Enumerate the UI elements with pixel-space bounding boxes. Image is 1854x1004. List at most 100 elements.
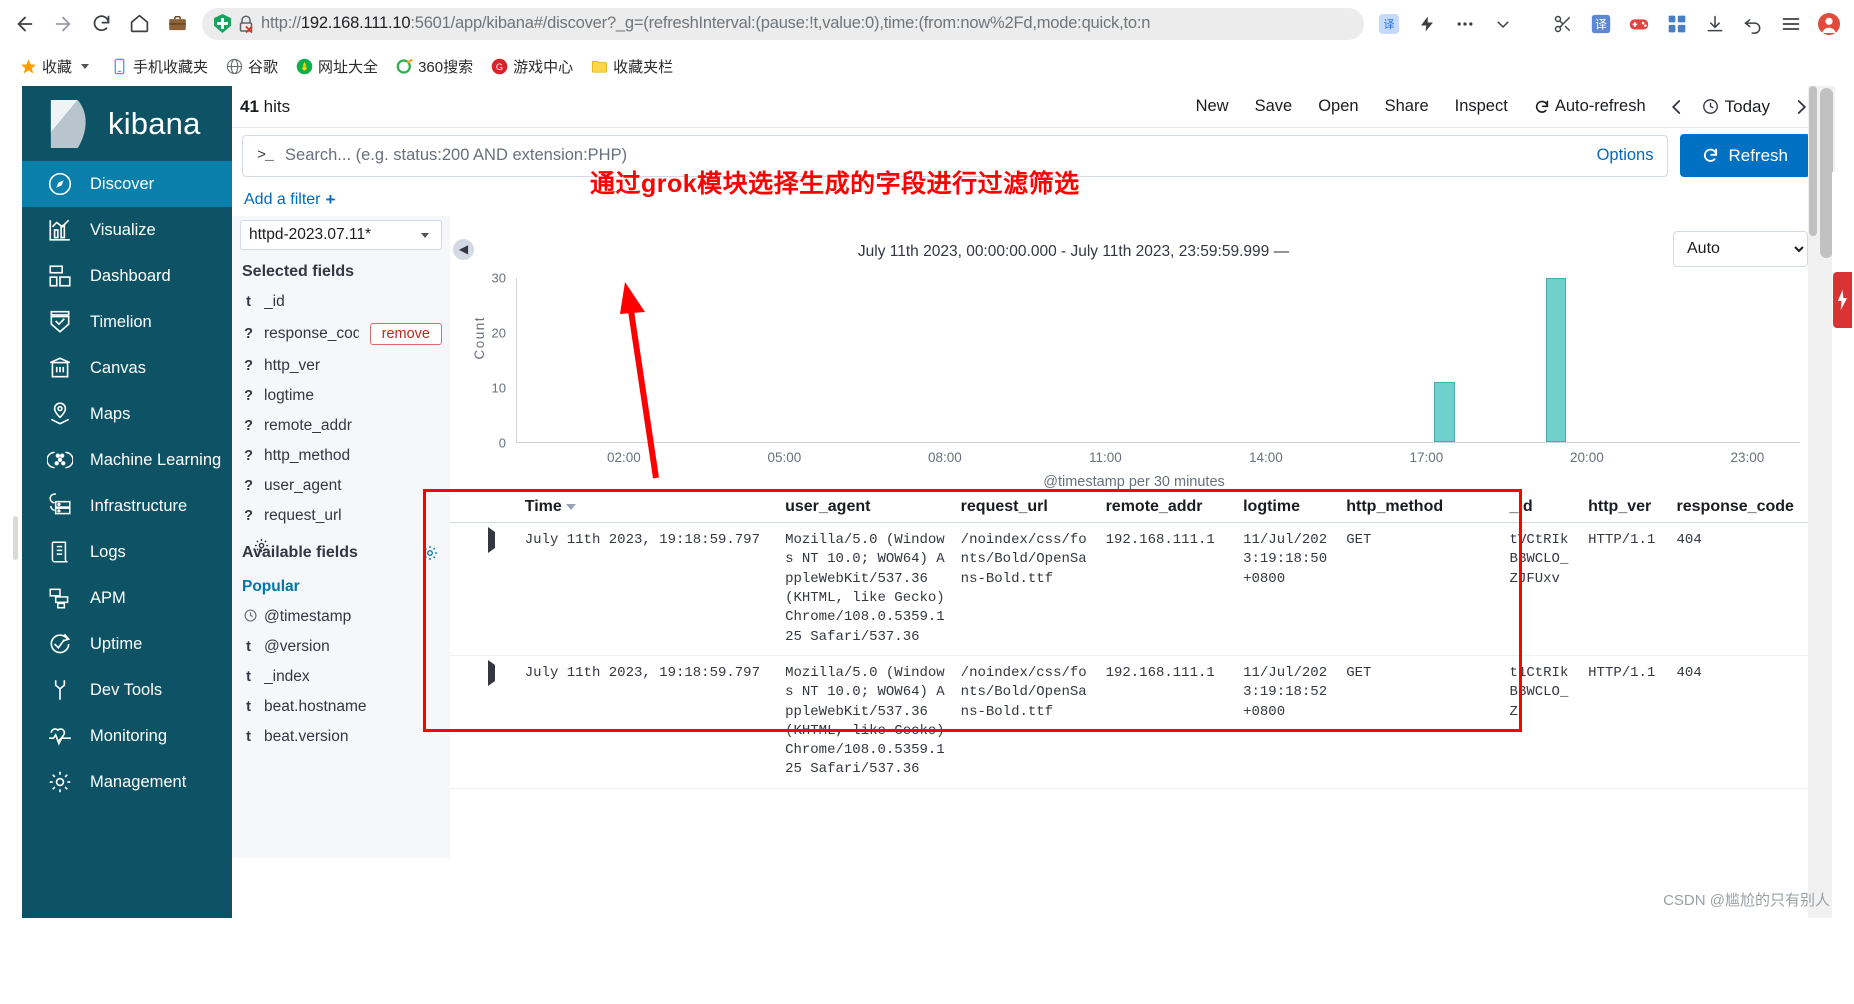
search-placeholder: Search... (e.g. status:200 AND extension… bbox=[285, 146, 628, 164]
collapse-sidebar-button[interactable]: ◀ bbox=[453, 238, 474, 260]
save-button[interactable]: Save bbox=[1255, 97, 1293, 116]
chevron-down-icon[interactable] bbox=[81, 64, 90, 69]
field-item-_index[interactable]: t _index bbox=[232, 662, 450, 692]
sidebar-item-machine-learning[interactable]: Machine Learning bbox=[22, 437, 232, 483]
results-pane: 通过grok模块选择生成的字段进行过滤筛选 ◀ July 11th 2023, … bbox=[254, 170, 1818, 858]
home-icon[interactable] bbox=[122, 7, 156, 41]
lightning-icon[interactable] bbox=[1410, 7, 1444, 41]
open-button[interactable]: Open bbox=[1318, 97, 1358, 116]
field-item-logtime[interactable]: ? logtime bbox=[232, 381, 450, 411]
field-item-http_method[interactable]: ? http_method bbox=[232, 441, 450, 471]
share-button[interactable]: Share bbox=[1385, 97, 1429, 116]
scissors-icon[interactable] bbox=[1546, 7, 1580, 41]
chevron-down-icon[interactable] bbox=[1486, 7, 1520, 41]
undo-icon[interactable] bbox=[1736, 7, 1770, 41]
col-header-response_code[interactable]: response_code bbox=[1670, 494, 1818, 523]
gamepad-icon[interactable] bbox=[1622, 7, 1656, 41]
prev-period-button[interactable] bbox=[1668, 98, 1686, 116]
col-header-remote_addr[interactable]: remote_addr bbox=[1099, 494, 1238, 523]
sidebar-item-discover[interactable]: Discover bbox=[22, 161, 232, 207]
kibana-inner-scroll-thumb[interactable] bbox=[1809, 86, 1817, 236]
prompt-icon: >_ bbox=[257, 147, 274, 164]
bookmark-item-gamecenter[interactable]: G 游戏中心 bbox=[485, 54, 579, 79]
sidebar-item-timelion[interactable]: Timelion bbox=[22, 299, 232, 345]
kibana-logo[interactable]: kibana bbox=[22, 86, 232, 161]
bookmark-item-bookmarkbar[interactable]: 收藏夹栏 bbox=[585, 54, 679, 79]
options-button[interactable]: Options bbox=[1597, 146, 1654, 165]
refresh-button[interactable]: Refresh bbox=[1680, 134, 1810, 177]
sidebar-item-monitoring[interactable]: Monitoring bbox=[22, 713, 232, 759]
bookmark-item-nav[interactable]: 网址大全 bbox=[290, 54, 384, 79]
apps-icon[interactable] bbox=[1660, 7, 1694, 41]
sidebar-item-uptime[interactable]: Uptime bbox=[22, 621, 232, 667]
sidebar-item-visualize[interactable]: Visualize bbox=[22, 207, 232, 253]
histogram-bar[interactable] bbox=[1434, 381, 1455, 442]
rail-widget-icon[interactable] bbox=[1833, 272, 1852, 328]
index-pattern-select[interactable]: httpd-2023.07.11* bbox=[240, 220, 442, 250]
sidebar-item-management[interactable]: Management bbox=[22, 759, 232, 805]
browser-chrome: http://192.168.111.10:5601/app/kibana#/d… bbox=[0, 0, 1854, 86]
new-button[interactable]: New bbox=[1196, 97, 1229, 116]
more-icon[interactable] bbox=[1448, 7, 1482, 41]
sidebar-item-canvas[interactable]: Canvas bbox=[22, 345, 232, 391]
sidebar-item-dashboard[interactable]: Dashboard bbox=[22, 253, 232, 299]
column-settings-gear-icon[interactable] bbox=[254, 538, 269, 553]
col-header-time[interactable]: Time bbox=[518, 494, 780, 523]
back-arrow-icon[interactable] bbox=[8, 7, 42, 41]
bookmark-item-google[interactable]: 谷歌 bbox=[220, 54, 284, 79]
field-item-beat-hostname[interactable]: t beat.hostname bbox=[232, 692, 450, 722]
sidebar-item-infrastructure[interactable]: Infrastructure bbox=[22, 483, 232, 529]
col-header-_id[interactable]: _id bbox=[1503, 494, 1583, 523]
sidebar-item-label: Machine Learning bbox=[90, 450, 222, 469]
add-filter-button[interactable]: Add a filter + bbox=[244, 190, 335, 210]
sidebar-item-label: Logs bbox=[90, 542, 126, 561]
col-header-http_method[interactable]: http_method bbox=[1340, 494, 1504, 523]
sidebar-item-maps[interactable]: Maps bbox=[22, 391, 232, 437]
bookmark-item-mobile[interactable]: 手机收藏夹 bbox=[105, 54, 214, 79]
field-item-http_ver[interactable]: ? http_ver bbox=[232, 351, 450, 381]
sort-caret-icon[interactable] bbox=[565, 503, 576, 510]
expand-caret-icon[interactable] bbox=[487, 527, 495, 553]
field-item-request_url[interactable]: ? request_url bbox=[232, 501, 450, 531]
menu-icon[interactable] bbox=[1774, 7, 1808, 41]
expand-row-cell[interactable] bbox=[481, 655, 519, 789]
table-row[interactable]: July 11th 2023, 19:18:59.797 Mozilla/5.0… bbox=[450, 655, 1818, 789]
remove-field-button[interactable]: remove bbox=[369, 323, 442, 345]
field-item-version[interactable]: t @version bbox=[232, 632, 450, 662]
kibana-inner-scrollbar[interactable] bbox=[1808, 86, 1818, 918]
bookmark-item-360search[interactable]: 360搜索 bbox=[390, 54, 479, 79]
reload-icon[interactable] bbox=[84, 7, 118, 41]
histogram-bar[interactable] bbox=[1545, 278, 1567, 442]
address-bar[interactable]: http://192.168.111.10:5601/app/kibana#/d… bbox=[202, 7, 1364, 40]
interval-select[interactable]: Auto bbox=[1673, 230, 1808, 267]
col-header-request_url[interactable]: request_url bbox=[954, 494, 1100, 523]
bookmark-item-favorites[interactable]: 收藏 bbox=[14, 54, 99, 79]
field-item-beat-version[interactable]: t beat.version bbox=[232, 722, 450, 752]
sidebar-collapse-handle[interactable] bbox=[13, 516, 18, 560]
col-header-http_ver[interactable]: http_ver bbox=[1582, 494, 1671, 523]
translate2-icon[interactable]: 译 bbox=[1584, 7, 1618, 41]
field-item-remote_addr[interactable]: ? remote_addr bbox=[232, 411, 450, 441]
translate-icon[interactable]: 译 bbox=[1372, 7, 1406, 41]
field-item-_id[interactable]: t _id bbox=[232, 287, 450, 317]
field-settings-gear-icon[interactable] bbox=[422, 545, 438, 561]
field-name: _id bbox=[264, 293, 285, 310]
sidebar-item-logs[interactable]: Logs bbox=[22, 529, 232, 575]
time-picker-today[interactable]: Today bbox=[1702, 97, 1770, 117]
field-item-response_code[interactable]: ? response_code remove bbox=[232, 317, 450, 351]
field-item-timestamp[interactable]: @timestamp bbox=[232, 602, 450, 632]
field-item-user_agent[interactable]: ? user_agent bbox=[232, 471, 450, 501]
briefcase-icon[interactable] bbox=[160, 7, 194, 41]
table-row[interactable]: July 11th 2023, 19:18:59.797 Mozilla/5.0… bbox=[450, 522, 1818, 656]
col-header-user_agent[interactable]: user_agent bbox=[779, 494, 955, 523]
sidebar-item-dev-tools[interactable]: Dev Tools bbox=[22, 667, 232, 713]
inspect-button[interactable]: Inspect bbox=[1455, 97, 1508, 116]
auto-refresh-button[interactable]: Auto-refresh bbox=[1534, 97, 1646, 116]
download-icon[interactable] bbox=[1698, 7, 1732, 41]
sidebar-item-apm[interactable]: APM bbox=[22, 575, 232, 621]
forward-arrow-icon[interactable] bbox=[46, 7, 80, 41]
expand-caret-icon[interactable] bbox=[487, 659, 495, 686]
col-header-logtime[interactable]: logtime bbox=[1237, 494, 1341, 523]
profile-icon[interactable] bbox=[1812, 7, 1846, 41]
expand-row-cell[interactable] bbox=[481, 522, 519, 656]
